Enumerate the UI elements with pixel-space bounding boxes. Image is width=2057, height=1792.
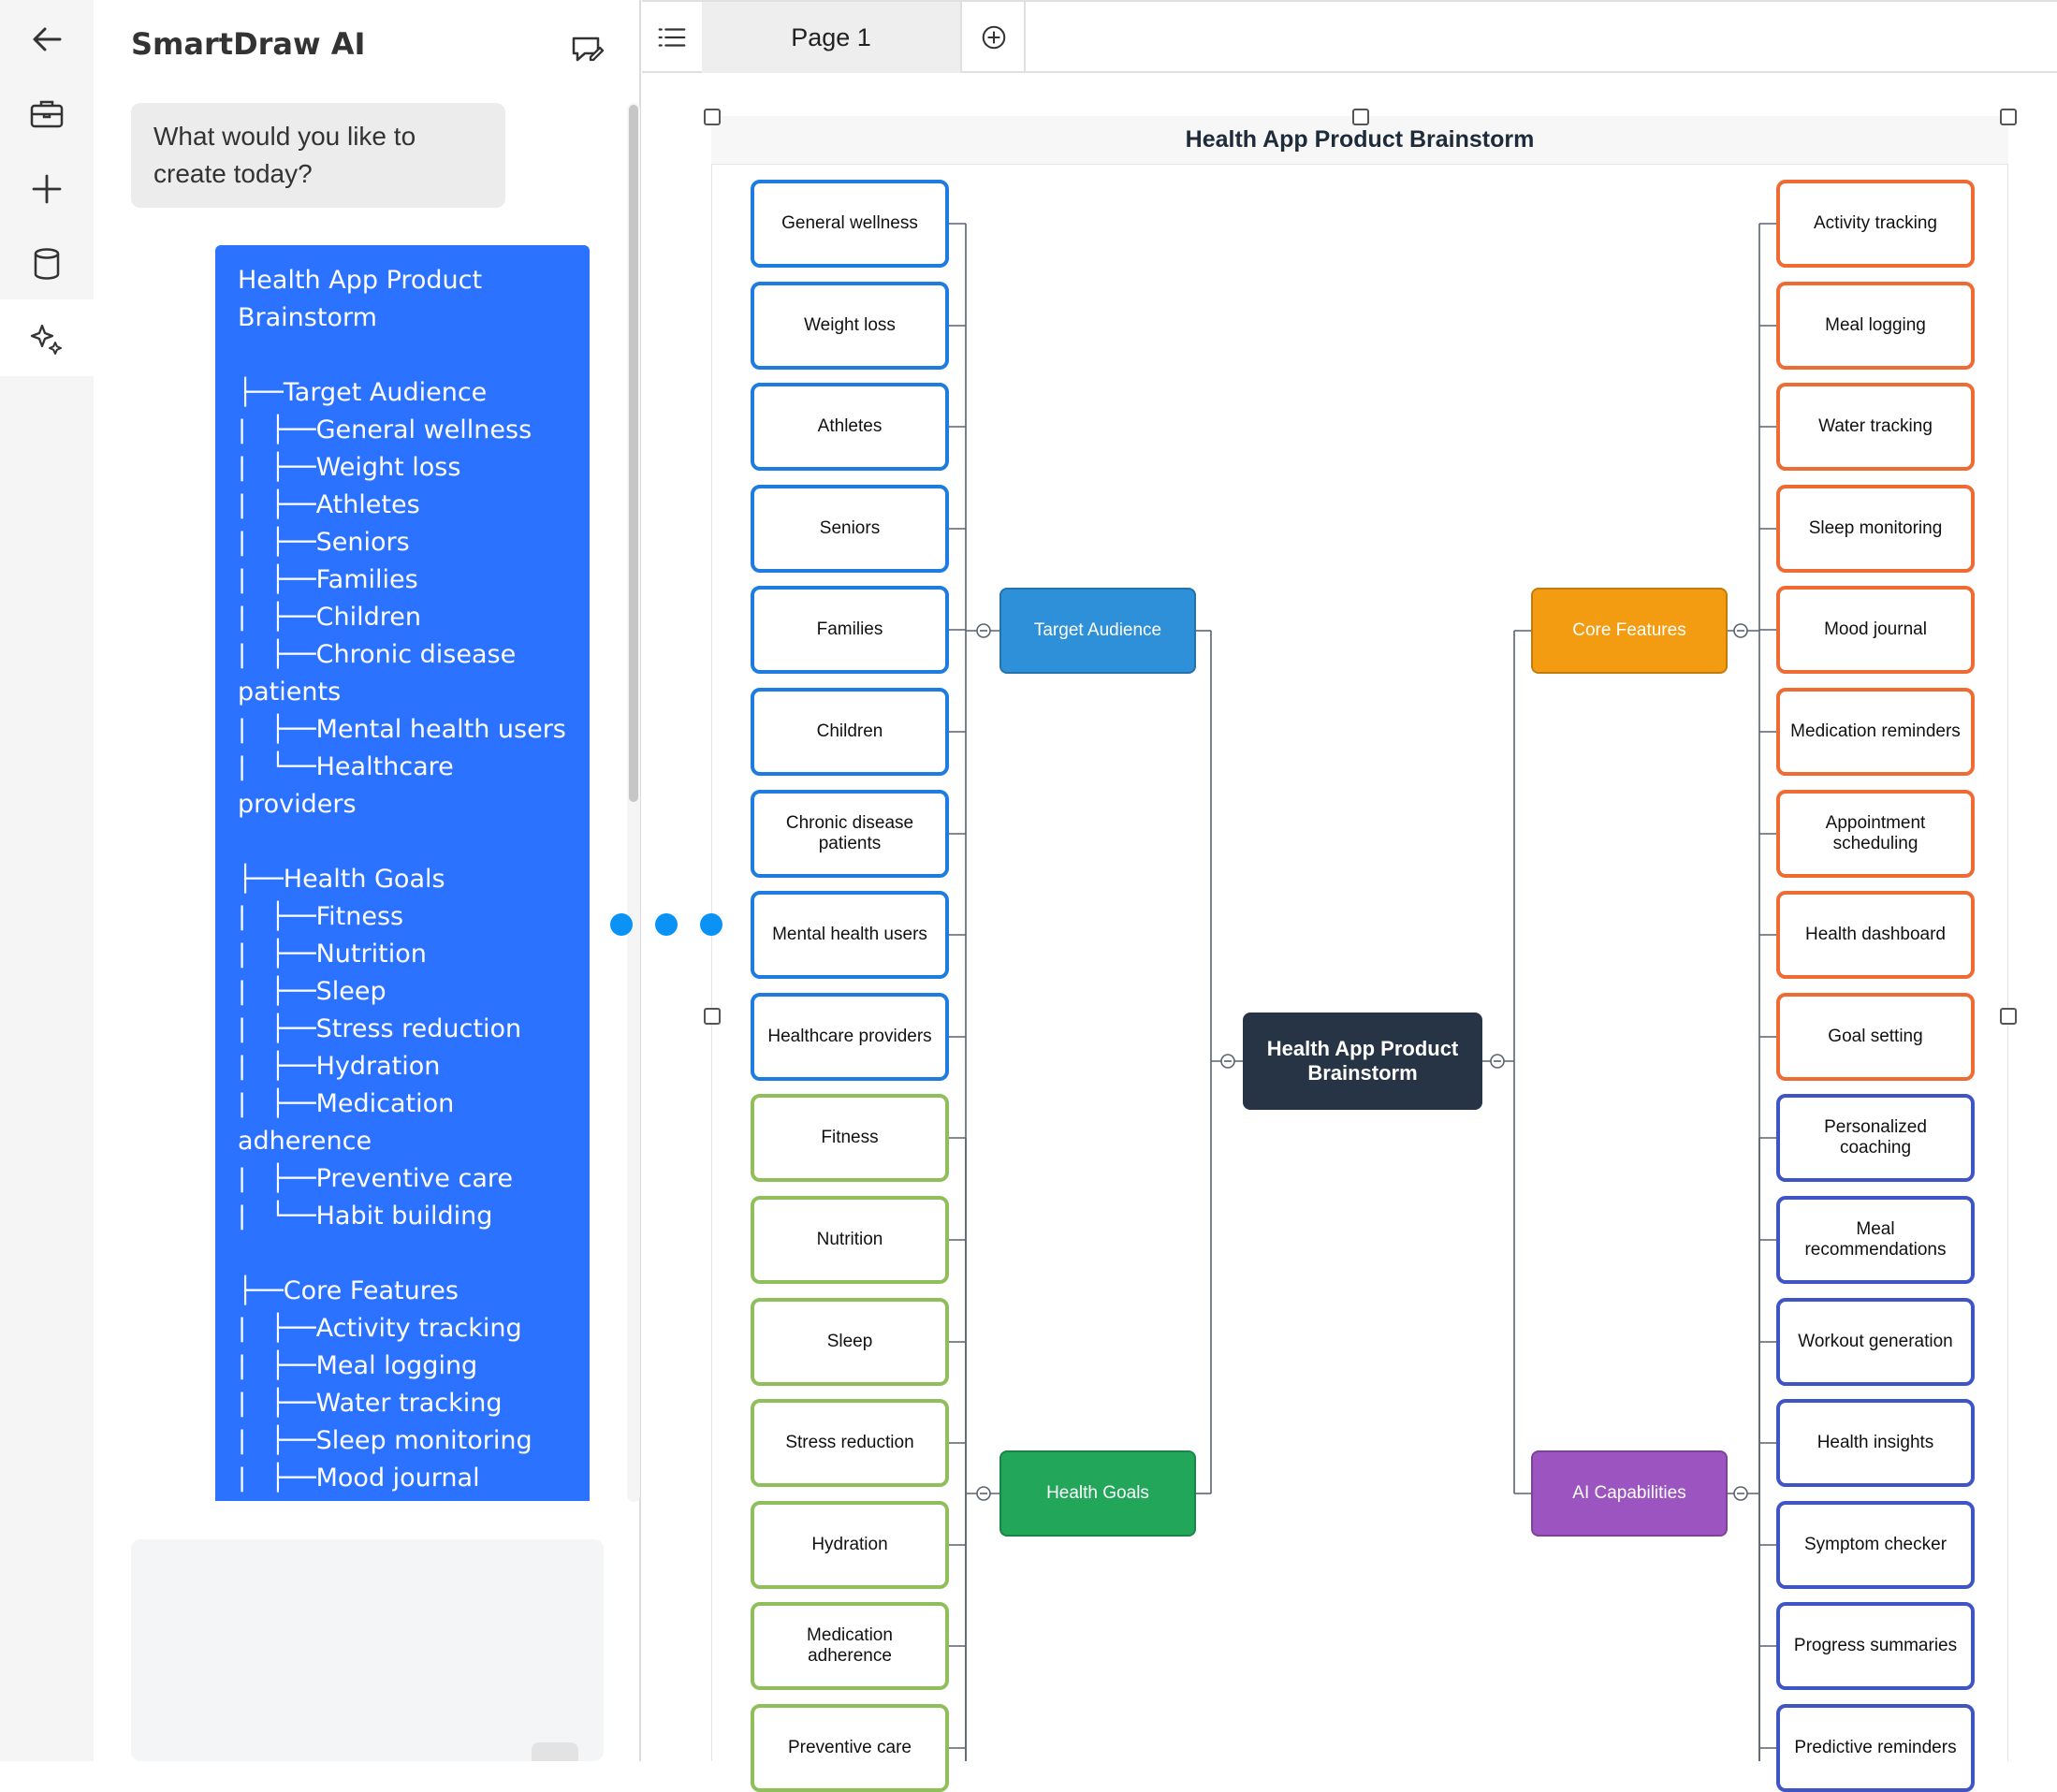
- panel-drag-dot[interactable]: [610, 913, 633, 936]
- leaf-node[interactable]: Meal recommendations: [1776, 1196, 1975, 1284]
- leaf-node[interactable]: Meal logging: [1776, 282, 1975, 370]
- user-message-text: Health App Product Brainstorm ├──Target …: [238, 266, 566, 1493]
- user-message-bubble: Health App Product Brainstorm ├──Target …: [215, 245, 590, 1501]
- chat-scrollbar-thumb[interactable]: [629, 105, 638, 802]
- leaf-node[interactable]: General wellness: [751, 180, 949, 268]
- leaf-node[interactable]: Health dashboard: [1776, 891, 1975, 979]
- new-button[interactable]: [19, 161, 75, 217]
- leaf-node[interactable]: Personalized coaching: [1776, 1094, 1975, 1182]
- templates-button[interactable]: [19, 86, 75, 142]
- leaf-node[interactable]: Chronic disease patients: [751, 790, 949, 878]
- leaf-node[interactable]: Preventive care: [751, 1704, 949, 1792]
- leaf-node[interactable]: Seniors: [751, 485, 949, 573]
- leaf-node[interactable]: Athletes: [751, 383, 949, 471]
- new-chat-button[interactable]: [565, 28, 608, 71]
- edit-chat-icon: [572, 36, 605, 62]
- leaf-node[interactable]: Predictive reminders: [1776, 1704, 1975, 1792]
- leaf-node[interactable]: Medication adherence: [751, 1602, 949, 1690]
- icon-rail: [0, 0, 94, 1761]
- chat-input[interactable]: [131, 1539, 604, 1761]
- app-title: SmartDraw AI: [131, 26, 366, 62]
- leaf-node[interactable]: Mood journal: [1776, 586, 1975, 674]
- leaf-node[interactable]: Water tracking: [1776, 383, 1975, 471]
- page-list-button[interactable]: [642, 2, 702, 73]
- send-button[interactable]: [532, 1742, 578, 1761]
- category-node-features[interactable]: Core Features: [1531, 588, 1728, 674]
- leaf-node[interactable]: Hydration: [751, 1501, 949, 1589]
- leaf-node[interactable]: Symptom checker: [1776, 1501, 1975, 1589]
- plus-circle-icon: [982, 25, 1006, 50]
- resize-handle-top-center[interactable]: [1352, 109, 1369, 125]
- resize-handle-middle-right[interactable]: [2000, 1008, 2017, 1025]
- resize-handle-top-right[interactable]: [2000, 109, 2017, 125]
- root-node[interactable]: Health App Product Brainstorm: [1243, 1013, 1482, 1110]
- leaf-node[interactable]: Fitness: [751, 1094, 949, 1182]
- data-button[interactable]: [19, 236, 75, 292]
- ai-button[interactable]: [19, 311, 75, 367]
- leaf-node[interactable]: Families: [751, 586, 949, 674]
- leaf-node[interactable]: Health insights: [1776, 1399, 1975, 1487]
- assistant-greeting: What would you like to create today?: [131, 103, 505, 208]
- resize-handle-top-left[interactable]: [704, 109, 721, 125]
- leaf-node[interactable]: Healthcare providers: [751, 993, 949, 1081]
- database-icon: [34, 248, 60, 280]
- back-button[interactable]: [19, 11, 75, 67]
- list-icon: [658, 28, 686, 47]
- category-node-ai[interactable]: AI Capabilities: [1531, 1450, 1728, 1537]
- leaf-node[interactable]: Nutrition: [751, 1196, 949, 1284]
- plus-icon: [32, 174, 62, 204]
- leaf-node[interactable]: Children: [751, 688, 949, 776]
- leaf-node[interactable]: Progress summaries: [1776, 1602, 1975, 1690]
- category-node-target[interactable]: Target Audience: [999, 588, 1196, 674]
- leaf-node[interactable]: Activity tracking: [1776, 180, 1975, 268]
- leaf-node[interactable]: Sleep: [751, 1298, 949, 1386]
- panel-drag-dot[interactable]: [655, 913, 678, 936]
- leaf-node[interactable]: Workout generation: [1776, 1298, 1975, 1386]
- leaf-node[interactable]: Goal setting: [1776, 993, 1975, 1081]
- category-node-goals[interactable]: Health Goals: [999, 1450, 1196, 1537]
- arrow-left-icon: [33, 27, 62, 51]
- leaf-node[interactable]: Sleep monitoring: [1776, 485, 1975, 573]
- leaf-node[interactable]: Appointment scheduling: [1776, 790, 1975, 878]
- resize-handle-middle-left[interactable]: [704, 1008, 721, 1025]
- add-page-button[interactable]: [964, 2, 1026, 73]
- leaf-node[interactable]: Medication reminders: [1776, 688, 1975, 776]
- tab-page-1[interactable]: Page 1: [702, 2, 962, 73]
- panel-drag-dot[interactable]: [700, 913, 722, 936]
- leaf-node[interactable]: Mental health users: [751, 891, 949, 979]
- leaf-node[interactable]: Stress reduction: [751, 1399, 949, 1487]
- sparkle-icon: [30, 324, 62, 355]
- leaf-node[interactable]: Weight loss: [751, 282, 949, 370]
- briefcase-icon: [30, 100, 64, 128]
